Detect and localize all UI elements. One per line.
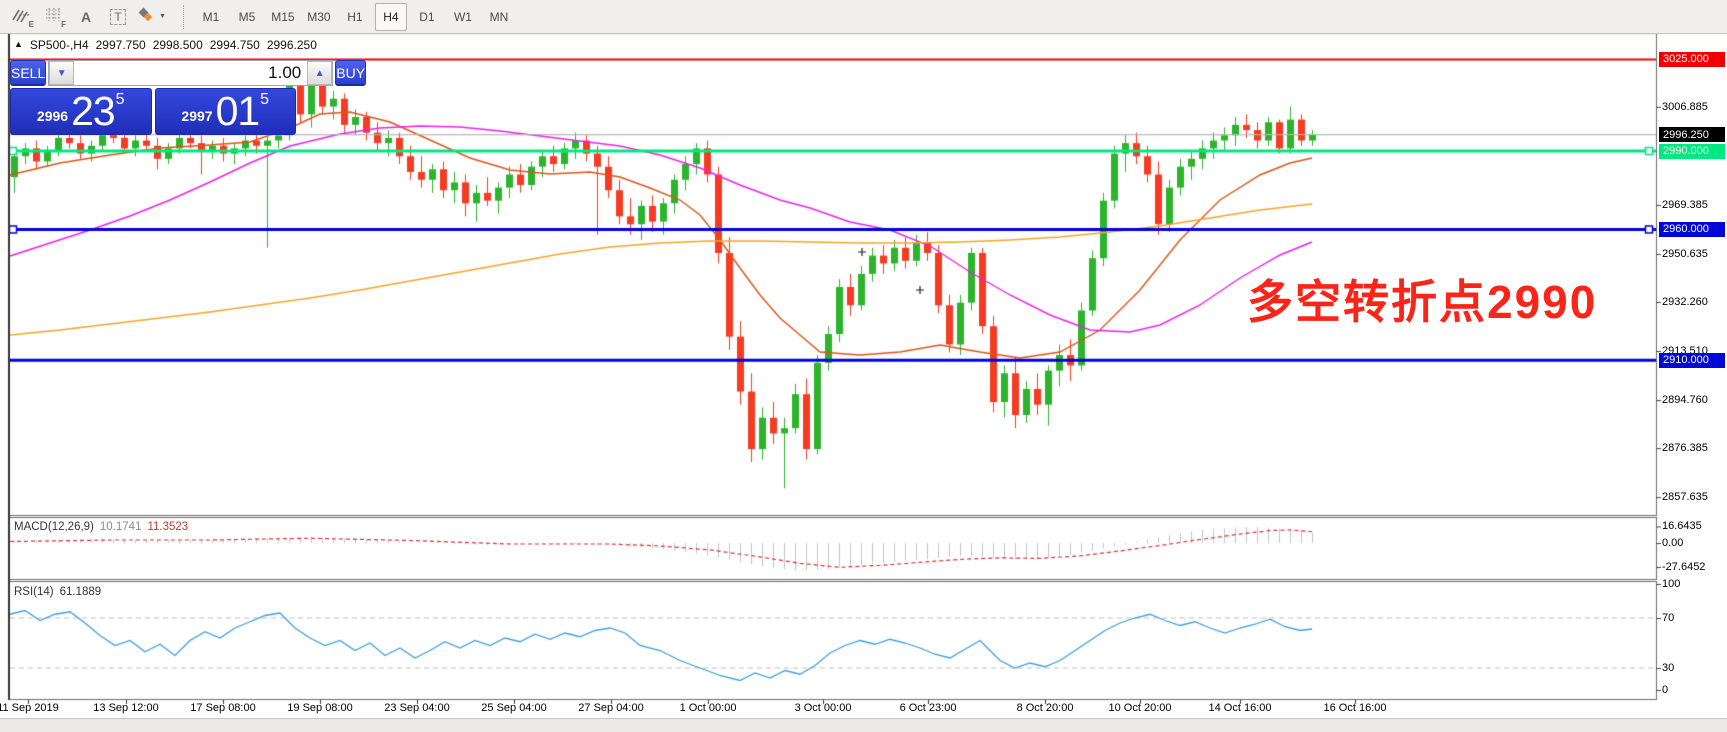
- timeframe-M5[interactable]: M5: [231, 3, 263, 31]
- sell-price-big: 23: [71, 91, 115, 131]
- objects-icon-caret: ▼: [159, 13, 166, 20]
- time-axis-label: 10 Oct 20:00: [1109, 702, 1172, 714]
- grid-button[interactable]: F: [40, 3, 68, 31]
- macd-main-value: 10.1741: [100, 521, 142, 533]
- time-axis-label: 16 Oct 16:00: [1324, 702, 1387, 714]
- sell-price-small: 2996: [37, 101, 68, 131]
- objects-icon: [137, 7, 155, 26]
- buy-price-big: 01: [216, 91, 260, 131]
- toolbar-separator: [183, 5, 185, 29]
- volume-decrease-button[interactable]: ▼: [49, 61, 74, 85]
- status-strip: [0, 718, 1727, 732]
- price-axis-tick: 2894.760: [1662, 394, 1708, 406]
- time-axis-label: 8 Oct 20:00: [1017, 702, 1074, 714]
- volume-input[interactable]: [74, 61, 307, 85]
- sell-price-sup: 5: [116, 93, 125, 107]
- trading-app-window: E F A T ▼ M1M5M15M30H1H4D1W1MN ▲ SP500-,H4 2…: [0, 0, 1727, 732]
- price-axis-tick: 3006.885: [1662, 101, 1708, 113]
- sell-button[interactable]: SELL: [10, 60, 46, 86]
- timeframe-M1[interactable]: M1: [195, 3, 227, 31]
- time-axis-label: 23 Sep 04:00: [384, 702, 449, 714]
- open-value: 2997.750: [96, 38, 146, 52]
- timeframe-M15[interactable]: M15: [267, 3, 299, 31]
- rsi-label: RSI(14) 61.1889: [14, 586, 101, 598]
- rsi-axis-tick: 70: [1662, 612, 1674, 624]
- buy-price-small: 2997: [181, 101, 212, 131]
- sell-price-box[interactable]: 2996 23 5: [10, 88, 152, 135]
- indicators-icon-sub-label: E: [29, 20, 34, 29]
- rsi-name: RSI(14): [14, 586, 54, 598]
- timeframe-MN[interactable]: MN: [483, 3, 515, 31]
- objects-button[interactable]: ▼: [136, 3, 167, 31]
- macd-signal-value: 11.3523: [147, 521, 188, 533]
- timeframe-H1[interactable]: H1: [339, 3, 371, 31]
- symbol-marker-icon: ▲: [14, 39, 23, 49]
- low-value: 2994.750: [210, 38, 260, 52]
- high-value: 2998.500: [153, 38, 203, 52]
- time-axis-label: 11 Sep 2019: [0, 702, 59, 714]
- buy-price-box[interactable]: 2997 01 5: [155, 88, 297, 135]
- text-annotate-button[interactable]: A: [72, 3, 100, 31]
- price-badge: 2910.000: [1659, 353, 1725, 368]
- macd-name: MACD(12,26,9): [14, 521, 94, 533]
- buy-button[interactable]: BUY: [335, 60, 366, 86]
- text-box-button[interactable]: T: [104, 3, 132, 31]
- time-axis-label: 14 Oct 16:00: [1209, 702, 1272, 714]
- time-axis-label: 3 Oct 00:00: [795, 702, 852, 714]
- one-click-trade-panel: SELL ▼ ▲ BUY 2996 23 5 2997 01 5: [10, 60, 296, 135]
- timeframe-D1[interactable]: D1: [411, 3, 443, 31]
- timeframe-H4[interactable]: H4: [375, 3, 407, 31]
- price-badge: 2990.000: [1659, 144, 1725, 159]
- grid-icon-sub-label: F: [61, 20, 66, 29]
- toolbar: E F A T ▼ M1M5M15M30H1H4D1W1MN: [0, 0, 1727, 34]
- toolbar-icon-group: E F A T ▼: [6, 3, 169, 31]
- timeframe-W1[interactable]: W1: [447, 3, 479, 31]
- price-axis-tick: 2969.385: [1662, 199, 1708, 211]
- price-badge: 2960.000: [1659, 222, 1725, 237]
- rsi-value: 61.1889: [60, 586, 102, 598]
- chart-ohlc-header: ▲ SP500-,H4 2997.750 2998.500 2994.750 2…: [14, 38, 317, 52]
- price-axis-tick: 2857.635: [1662, 491, 1708, 503]
- price-badge: 2996.250: [1659, 127, 1725, 142]
- time-axis-label: 25 Sep 04:00: [481, 702, 546, 714]
- time-axis-label: 19 Sep 08:00: [287, 702, 352, 714]
- symbol-label: SP500-,H4: [30, 38, 89, 52]
- macd-label: MACD(12,26,9) 10.1741 11.3523: [14, 521, 188, 533]
- time-axis-label: 17 Sep 08:00: [190, 702, 255, 714]
- price-axis-tick: 2932.260: [1662, 296, 1708, 308]
- volume-increase-button[interactable]: ▲: [307, 61, 332, 85]
- macd-axis-tick: 0.00: [1662, 537, 1683, 549]
- price-axis-tick: 2950.635: [1662, 248, 1708, 260]
- macd-axis-tick: -27.6452: [1662, 561, 1705, 573]
- time-axis-label: 13 Sep 12:00: [93, 702, 158, 714]
- rsi-axis-tick: 100: [1662, 578, 1680, 590]
- chart-text-annotation[interactable]: 多空转折点2990: [1247, 266, 1597, 332]
- rsi-axis-tick: 30: [1662, 662, 1674, 674]
- indicators-button[interactable]: E: [8, 3, 36, 31]
- time-axis-label: 6 Oct 23:00: [900, 702, 957, 714]
- time-axis-label: 27 Sep 04:00: [578, 702, 643, 714]
- buy-price-sup: 5: [260, 93, 269, 107]
- time-axis-label: 1 Oct 00:00: [680, 702, 737, 714]
- close-value: 2996.250: [267, 38, 317, 52]
- rsi-axis-tick: 0: [1662, 684, 1668, 696]
- text-annotate-icon: A: [81, 9, 91, 25]
- timeframe-button-group: M1M5M15M30H1H4D1W1MN: [193, 3, 517, 31]
- macd-axis-tick: 16.6435: [1662, 520, 1702, 532]
- price-badge: 3025.000: [1659, 52, 1725, 67]
- volume-stepper: ▼ ▲: [48, 60, 333, 86]
- timeframe-M30[interactable]: M30: [303, 3, 335, 31]
- price-axis-tick: 2876.385: [1662, 442, 1708, 454]
- text-box-icon: T: [110, 9, 125, 25]
